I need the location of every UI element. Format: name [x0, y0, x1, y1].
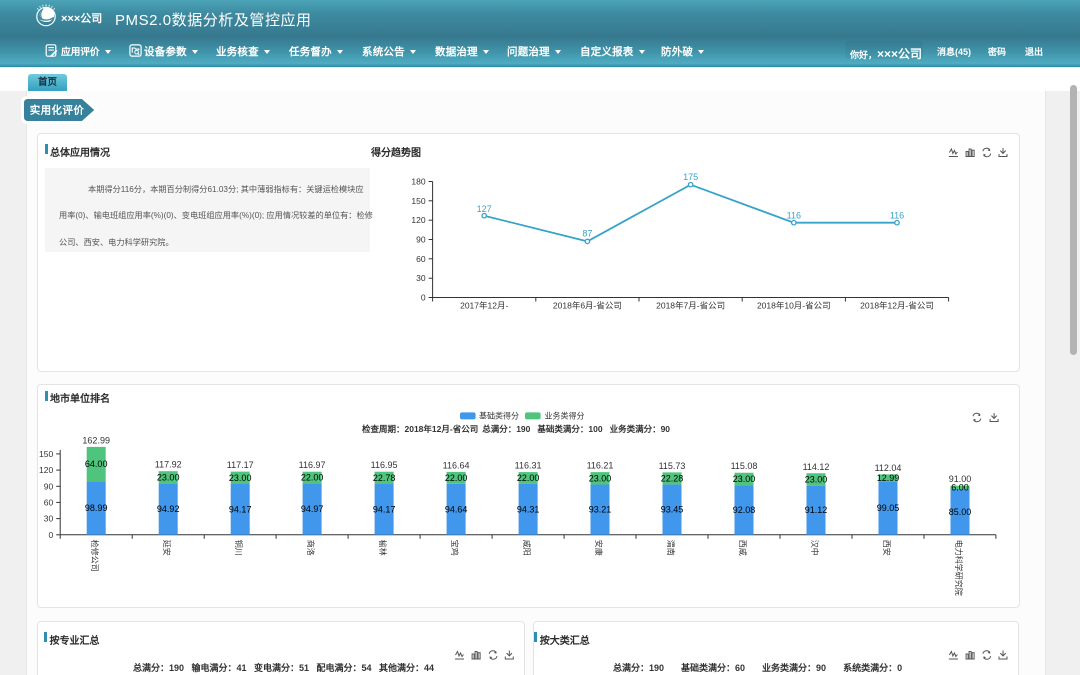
- svg-text:116.97: 116.97: [299, 460, 326, 470]
- svg-text:94.17: 94.17: [373, 504, 396, 514]
- svg-text:电力科学研究院: 电力科学研究院: [954, 540, 964, 596]
- svg-text:2018年12月-省公司: 2018年12月-省公司: [860, 301, 934, 311]
- svg-text:94.97: 94.97: [301, 504, 324, 514]
- svg-text:117.17: 117.17: [227, 460, 254, 470]
- svg-text:60: 60: [44, 497, 54, 507]
- svg-text:23.00: 23.00: [589, 473, 612, 483]
- svg-text:23.00: 23.00: [157, 472, 180, 482]
- svg-text:22.00: 22.00: [445, 473, 468, 483]
- svg-text:榆林: 榆林: [378, 540, 388, 556]
- svg-text:90: 90: [416, 235, 426, 245]
- svg-text:西安: 西安: [882, 540, 892, 556]
- svg-text:91.12: 91.12: [805, 505, 828, 515]
- svg-text:0: 0: [421, 293, 426, 303]
- svg-text:150: 150: [411, 196, 425, 206]
- svg-text:98.99: 98.99: [85, 503, 108, 513]
- svg-text:162.99: 162.99: [82, 435, 110, 445]
- svg-text:94.64: 94.64: [445, 504, 468, 514]
- svg-text:0: 0: [48, 530, 53, 540]
- svg-text:23.00: 23.00: [733, 474, 756, 484]
- svg-text:12.99: 12.99: [877, 473, 900, 483]
- svg-text:120: 120: [411, 215, 425, 225]
- svg-text:6.00: 6.00: [951, 482, 969, 492]
- svg-text:64.00: 64.00: [85, 459, 108, 469]
- svg-text:87: 87: [582, 229, 592, 239]
- svg-text:115.73: 115.73: [659, 461, 686, 471]
- svg-text:2018年10月-省公司: 2018年10月-省公司: [757, 301, 831, 311]
- svg-text:商洛: 商洛: [306, 540, 316, 556]
- svg-text:咸阳: 咸阳: [522, 540, 532, 556]
- svg-text:23.00: 23.00: [805, 475, 828, 485]
- svg-text:85.00: 85.00: [949, 507, 972, 517]
- svg-text:60: 60: [416, 254, 426, 264]
- svg-text:延安: 延安: [162, 540, 172, 556]
- svg-text:2018年7月-省公司: 2018年7月-省公司: [656, 301, 725, 311]
- svg-text:宝鸡: 宝鸡: [450, 540, 460, 556]
- svg-text:22.28: 22.28: [661, 473, 684, 483]
- svg-text:30: 30: [44, 514, 54, 524]
- svg-text:30: 30: [416, 273, 426, 283]
- svg-text:22.78: 22.78: [373, 473, 396, 483]
- svg-text:114.12: 114.12: [803, 462, 830, 472]
- svg-text:90: 90: [44, 481, 54, 491]
- svg-text:115.08: 115.08: [731, 461, 758, 471]
- svg-text:基础类得分: 基础类得分: [479, 411, 519, 421]
- svg-text:175: 175: [683, 172, 698, 182]
- svg-text:94.92: 94.92: [157, 504, 180, 514]
- svg-text:92.08: 92.08: [733, 505, 756, 515]
- svg-text:112.04: 112.04: [875, 463, 902, 473]
- svg-text:23.00: 23.00: [229, 473, 252, 483]
- svg-text:93.45: 93.45: [661, 505, 684, 515]
- svg-text:99.05: 99.05: [877, 503, 900, 513]
- svg-text:117.92: 117.92: [155, 460, 182, 470]
- svg-text:业务类得分: 业务类得分: [545, 411, 585, 421]
- svg-text:安康: 安康: [594, 540, 604, 556]
- svg-text:116: 116: [787, 210, 801, 220]
- svg-text:116.31: 116.31: [515, 461, 542, 471]
- svg-text:94.17: 94.17: [229, 504, 252, 514]
- svg-text:检修公司: 检修公司: [90, 540, 100, 572]
- svg-text:2017年12月-: 2017年12月-: [460, 301, 508, 311]
- svg-text:116: 116: [890, 210, 904, 220]
- svg-text:汉中: 汉中: [810, 540, 820, 556]
- svg-text:22.00: 22.00: [517, 473, 540, 483]
- svg-text:93.21: 93.21: [589, 505, 612, 515]
- svg-text:127: 127: [477, 204, 492, 214]
- svg-text:116.64: 116.64: [443, 460, 470, 470]
- svg-text:116.21: 116.21: [587, 461, 614, 471]
- svg-text:94.31: 94.31: [517, 504, 540, 514]
- svg-text:150: 150: [39, 449, 53, 459]
- svg-text:渭南: 渭南: [666, 540, 676, 556]
- svg-text:2018年6月-省公司: 2018年6月-省公司: [553, 301, 622, 311]
- svg-text:铜川: 铜川: [234, 540, 244, 556]
- svg-text:120: 120: [39, 465, 53, 475]
- svg-text:180: 180: [411, 177, 425, 187]
- svg-text:西咸: 西咸: [738, 540, 748, 556]
- svg-text:22.00: 22.00: [301, 473, 324, 483]
- svg-text:116.95: 116.95: [371, 460, 398, 470]
